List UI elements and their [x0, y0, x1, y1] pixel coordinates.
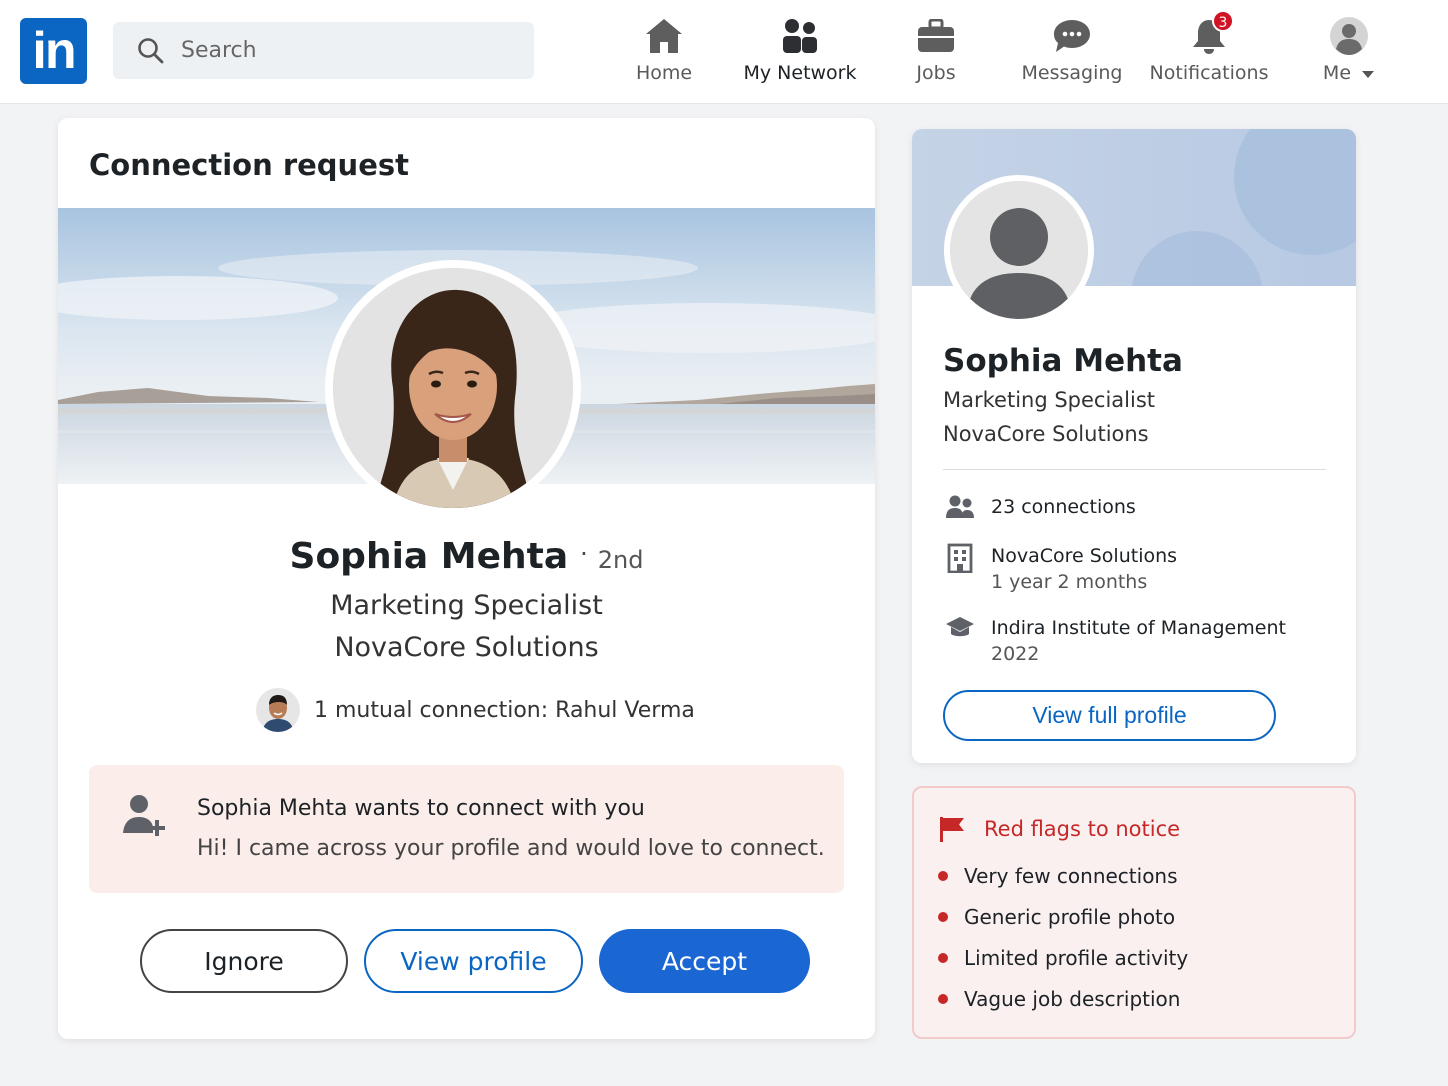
connection-message: Sophia Mehta wants to connect with you H…: [89, 765, 844, 893]
nav-messaging[interactable]: Messaging: [1020, 14, 1124, 94]
red-flags-card: Red flags to notice Very few connections…: [912, 786, 1356, 1039]
home-icon: [646, 19, 682, 53]
profile-divider: [943, 469, 1326, 470]
mutual-connection-text: 1 mutual connection: Rahul Verma: [314, 697, 695, 723]
experience-row: NovaCore Solutions 1 year 2 months: [943, 543, 1177, 595]
bullet-icon: [938, 912, 948, 922]
sender-company: NovaCore Solutions: [334, 632, 599, 663]
red-flag-item: Very few connections: [938, 864, 1178, 888]
profile-company: NovaCore Solutions: [943, 422, 1149, 446]
nav-notifications-label: Notifications: [1149, 62, 1269, 84]
red-flag-text: Very few connections: [964, 864, 1178, 888]
messaging-icon: [1054, 20, 1090, 52]
nav-me[interactable]: Me: [1316, 14, 1382, 94]
nav-my-network[interactable]: My Network: [736, 14, 864, 94]
connections-row: 23 connections: [943, 494, 1136, 520]
profile-name[interactable]: Sophia Mehta: [943, 343, 1183, 379]
flag-icon: [940, 817, 964, 842]
red-flag-item: Generic profile photo: [938, 905, 1175, 929]
red-flags-title: Red flags to notice: [984, 817, 1181, 841]
card-title: Connection request: [89, 148, 409, 182]
notification-badge: 3: [1212, 10, 1234, 32]
red-flag-item: Vague job description: [938, 987, 1180, 1011]
nav-me-label: Me: [1323, 62, 1375, 84]
view-profile-button[interactable]: View profile: [364, 929, 583, 993]
degree-separator: ·: [580, 540, 588, 568]
nav-jobs[interactable]: Jobs: [906, 14, 966, 94]
my-network-icon: [783, 19, 817, 53]
nav-messaging-label: Messaging: [1021, 62, 1123, 84]
nav-jobs-label: Jobs: [916, 62, 956, 84]
nav-my-network-label: My Network: [743, 62, 857, 84]
bullet-icon: [938, 871, 948, 881]
ignore-button[interactable]: Ignore: [140, 929, 348, 993]
nav-home-label: Home: [635, 62, 693, 84]
view-full-profile-button[interactable]: View full profile: [943, 690, 1276, 741]
caret-down-icon: [1362, 71, 1375, 78]
connection-degree: 2nd: [597, 546, 644, 574]
education-year: 2022: [991, 643, 1040, 665]
generic-profile-photo[interactable]: [944, 175, 1094, 325]
mutual-connection-avatar[interactable]: [256, 688, 300, 732]
bullet-icon: [938, 994, 948, 1004]
bullet-icon: [938, 953, 948, 963]
education-school: Indira Institute of Management: [991, 617, 1286, 639]
search-icon: [138, 37, 164, 63]
accept-button[interactable]: Accept: [599, 929, 810, 993]
linkedin-logo[interactable]: in: [20, 18, 87, 84]
red-flag-text: Generic profile photo: [964, 905, 1176, 929]
building-icon: [947, 543, 973, 573]
education-row: Indira Institute of Management 2022: [943, 615, 1286, 667]
message-heading: Sophia Mehta wants to connect with you: [197, 796, 645, 821]
red-flag-text: Limited profile activity: [964, 946, 1189, 970]
experience-company: NovaCore Solutions: [991, 545, 1178, 567]
sender-profile-photo[interactable]: [325, 260, 581, 516]
profile-summary-card: Sophia Mehta Marketing Specialist NovaCo…: [912, 129, 1356, 763]
nav-home[interactable]: Home: [626, 14, 702, 94]
graduation-cap-icon: [946, 617, 974, 637]
red-flags-header: Red flags to notice: [938, 815, 1180, 843]
mutual-connections[interactable]: 1 mutual connection: Rahul Verma: [256, 688, 695, 732]
sender-headline: Marketing Specialist: [330, 590, 603, 621]
connections-count: 23 connections: [991, 496, 1136, 518]
profile-headline: Marketing Specialist: [943, 388, 1156, 412]
avatar-icon: [1330, 17, 1368, 55]
briefcase-icon: [918, 19, 954, 52]
sender-name-row: Sophia Mehta · 2nd: [58, 536, 875, 577]
search-bar[interactable]: [113, 22, 534, 79]
add-person-icon: [123, 795, 165, 836]
nav-notifications[interactable]: 3 Notifications: [1149, 10, 1269, 94]
search-input[interactable]: [181, 38, 511, 63]
nav-me-text: Me: [1322, 62, 1352, 84]
message-body: Hi! I came across your profile and would…: [197, 836, 825, 861]
connection-request-card: Connection request Sophia Mehta · 2nd Ma…: [58, 118, 875, 1039]
experience-duration: 1 year 2 months: [991, 571, 1148, 593]
sender-name[interactable]: Sophia Mehta: [290, 536, 569, 577]
red-flag-item: Limited profile activity: [938, 946, 1188, 970]
top-navigation-bar: in Home My Network: [0, 0, 1448, 104]
red-flag-text: Vague job description: [964, 987, 1181, 1011]
people-icon: [946, 495, 974, 518]
